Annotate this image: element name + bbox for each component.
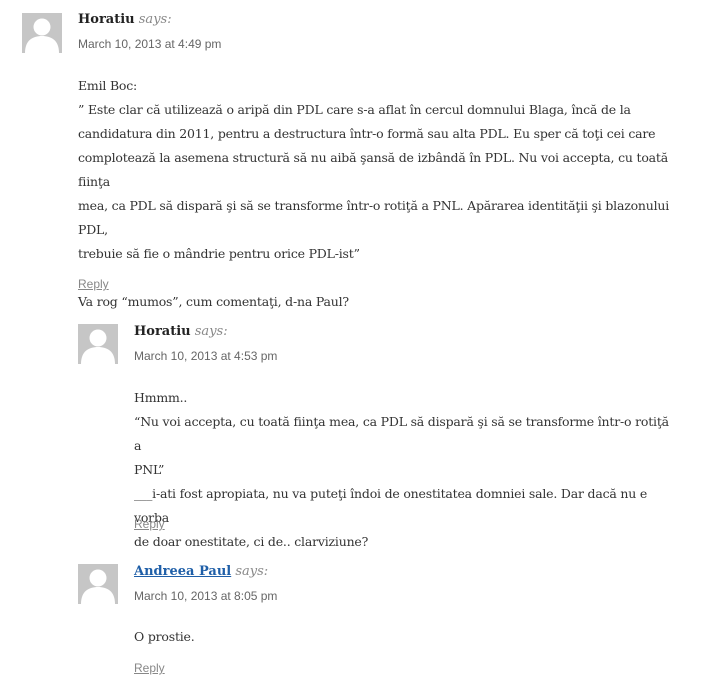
- comment: Horatiu says: March 10, 2013 at 4:53 pm …: [0, 300, 706, 549]
- comment-author-link[interactable]: Andreea Paul: [134, 564, 231, 579]
- default-avatar-icon: [22, 13, 62, 53]
- comment-paragraph: mea, ca PDL să dispară şi să se transfor…: [78, 198, 670, 237]
- comment-paragraph: Emil Boc:: [78, 78, 138, 93]
- says-label: says:: [235, 564, 269, 579]
- reply-link[interactable]: Reply: [78, 277, 109, 291]
- comment-date-link[interactable]: March 10, 2013 at 4:49 pm: [78, 37, 221, 51]
- comment: Andreea Paul says: March 10, 2013 at 8:0…: [0, 540, 706, 698]
- avatar: [22, 13, 62, 53]
- comment-body: O prostie.: [134, 625, 679, 649]
- comment-author-line: Horatiu says:: [78, 12, 172, 28]
- comment-paragraph: [78, 266, 678, 290]
- comment-author-line: Andreea Paul says:: [134, 564, 268, 580]
- avatar: [78, 564, 118, 604]
- avatar: [78, 324, 118, 364]
- comment-paragraph: PNL”: [134, 462, 165, 477]
- comment-paragraph: complotează la asemena structură să nu a…: [78, 150, 668, 189]
- comment-author: Horatiu: [78, 12, 135, 27]
- reply-link[interactable]: Reply: [134, 517, 165, 531]
- comment-paragraph: candidatura din 2011, pentru a destructu…: [78, 126, 656, 141]
- says-label: says:: [138, 12, 172, 27]
- comment: Horatiu says: March 10, 2013 at 4:49 pm …: [0, 0, 706, 309]
- comment-date-link[interactable]: March 10, 2013 at 4:53 pm: [134, 349, 277, 363]
- comment-date-link[interactable]: March 10, 2013 at 8:05 pm: [134, 589, 277, 603]
- comment-paragraph: ___i-ati fost apropiata, nu va puteţi în…: [134, 486, 648, 525]
- reply-link[interactable]: Reply: [134, 661, 165, 675]
- comment-body: Emil Boc: ” Este clar că utilizează o ar…: [78, 74, 678, 314]
- comment-paragraph: O prostie.: [134, 629, 195, 644]
- comment-author: Horatiu: [134, 324, 191, 339]
- comment-paragraph: Hmmm..: [134, 390, 188, 405]
- says-label: says:: [194, 324, 228, 339]
- comment-paragraph: ” Este clar că utilizează o aripă din PD…: [78, 102, 631, 117]
- default-avatar-icon: [78, 324, 118, 364]
- comment-paragraph: “Nu voi accepta, cu toată fiinţa mea, ca…: [134, 414, 669, 453]
- comment-body: Hmmm.. “Nu voi accepta, cu toată fiinţa …: [134, 386, 679, 554]
- comment-paragraph: trebuie să fie o mândrie pentru orice PD…: [78, 246, 360, 261]
- comment-author-line: Horatiu says:: [134, 324, 228, 340]
- default-avatar-icon: [78, 564, 118, 604]
